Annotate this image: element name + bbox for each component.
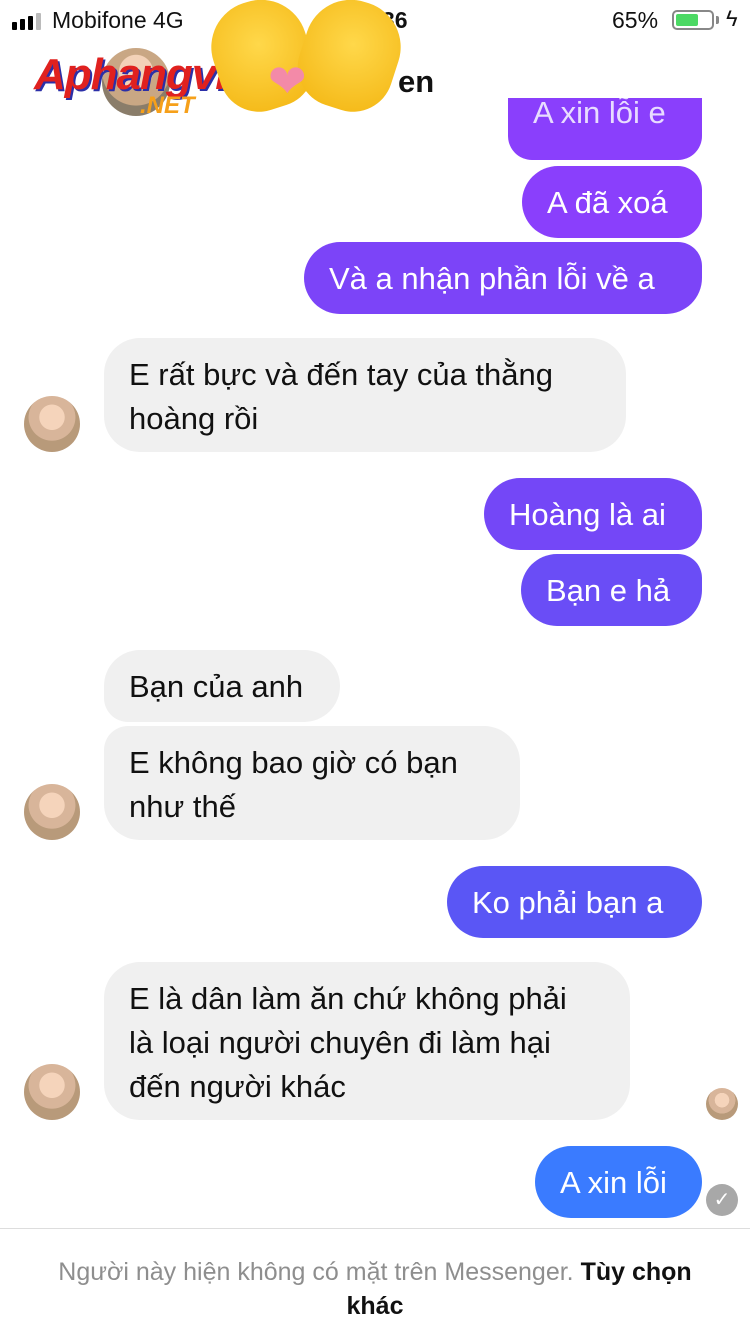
message-bubble-outgoing[interactable]: A xin lỗi [535, 1146, 702, 1218]
message-bubble-outgoing[interactable]: Hoàng là ai [484, 478, 702, 550]
message-bubble-incoming[interactable]: E rất bực và đến tay của thằng hoàng rồi [104, 338, 626, 452]
message-bubble-outgoing[interactable]: Và a nhận phần lỗi về a [304, 242, 702, 314]
message-bubble-incoming[interactable]: Bạn của anh [104, 650, 340, 722]
sender-avatar[interactable] [24, 784, 80, 840]
unavailable-text: Người này hiện không có mặt trên Messeng… [58, 1258, 574, 1286]
message-bubble-incoming[interactable]: E là dân làm ăn chứ không phải là loại n… [104, 962, 630, 1120]
message-bubble-incoming[interactable]: E không bao giờ có bạn như thế [104, 726, 520, 840]
contact-name[interactable]: en [398, 64, 434, 100]
delivered-check-icon: ✓ [706, 1184, 738, 1216]
message-bubble-outgoing[interactable]: A đã xoá [522, 166, 702, 238]
carrier-label: Mobifone 4G [52, 7, 184, 33]
unavailable-message: Người này hiện không có mặt trên Messeng… [40, 1255, 710, 1323]
sender-avatar[interactable] [24, 396, 80, 452]
read-receipt-avatar [706, 1088, 738, 1120]
composer-unavailable-banner: Người này hiện không có mặt trên Messeng… [0, 1228, 750, 1335]
watermark-logo: Aphangvn [34, 50, 242, 99]
battery-cap [716, 16, 719, 24]
sender-avatar[interactable] [24, 1064, 80, 1120]
message-bubble-outgoing[interactable]: Ko phải bạn a [447, 866, 702, 938]
heart-icon: ❤ [268, 55, 307, 107]
message-thread[interactable]: A xin lỗi e A đã xoá Và a nhận phần lỗi … [0, 98, 750, 1228]
battery-fill [676, 14, 698, 26]
watermark-logo-sub: .NET [140, 92, 195, 119]
battery-icon [672, 10, 714, 30]
signal-icon [12, 13, 41, 30]
charging-icon: ϟ [726, 6, 738, 31]
message-bubble-outgoing[interactable]: Bạn e hả [521, 554, 702, 626]
battery-percent: 65% [612, 7, 659, 33]
message-bubble-outgoing[interactable]: A xin lỗi e [508, 98, 702, 160]
